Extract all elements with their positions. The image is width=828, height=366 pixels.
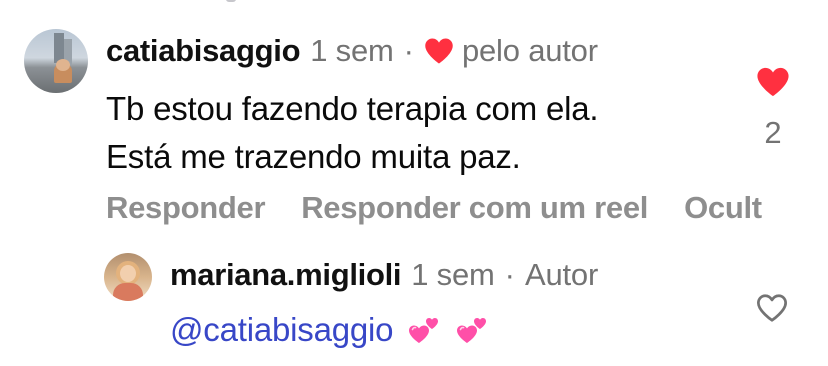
liked-by-author-heart-icon bbox=[425, 38, 453, 64]
reply-header: mariana.miglioli 1 sem · Autor bbox=[170, 254, 598, 296]
avatar-body-shape bbox=[113, 283, 143, 301]
comment-username[interactable]: catiabisaggio bbox=[106, 33, 301, 69]
comment-actions: Responder Responder com um reel Ocult bbox=[106, 186, 798, 230]
separator-dot: · bbox=[403, 33, 414, 68]
liked-by-author-label: pelo autor bbox=[461, 33, 598, 68]
avatar-face-shape bbox=[120, 265, 136, 282]
reply-avatar[interactable] bbox=[104, 253, 152, 301]
comment-text-line: Tb estou fazendo terapia com ela. bbox=[106, 90, 599, 127]
avatar-face-shape bbox=[56, 59, 70, 71]
reply-time: 1 sem bbox=[411, 257, 495, 292]
comment-like-control: 2 bbox=[748, 66, 798, 150]
reply-button[interactable]: Responder bbox=[106, 190, 266, 226]
like-count[interactable]: 2 bbox=[748, 116, 798, 150]
author-badge: Autor bbox=[524, 257, 599, 292]
heart-outline-icon[interactable] bbox=[755, 293, 789, 323]
comment-text: Tb estou fazendo terapia com ela. Está m… bbox=[106, 85, 599, 181]
avatar[interactable] bbox=[24, 29, 88, 93]
two-hearts-emoji-icon bbox=[409, 318, 439, 343]
reply-with-reel-button[interactable]: Responder com um reel bbox=[301, 190, 648, 226]
comment-time: 1 sem bbox=[310, 33, 394, 68]
comment-thread: catiabisaggio 1 sem · pelo autor Tb esto… bbox=[0, 0, 828, 366]
comment-header: catiabisaggio 1 sem · pelo autor bbox=[106, 30, 598, 72]
comment-text-line: Está me trazendo muita paz. bbox=[106, 138, 521, 175]
separator-dot: · bbox=[504, 257, 515, 292]
reply-text: @catiabisaggio bbox=[170, 306, 489, 354]
two-hearts-emoji-icon bbox=[457, 318, 487, 343]
hide-button[interactable]: Ocult bbox=[684, 190, 762, 226]
heart-filled-icon[interactable] bbox=[756, 66, 790, 98]
mention-link[interactable]: @catiabisaggio bbox=[170, 311, 394, 349]
previous-item-edge bbox=[226, 0, 236, 2]
reply-username[interactable]: mariana.miglioli bbox=[170, 257, 402, 293]
